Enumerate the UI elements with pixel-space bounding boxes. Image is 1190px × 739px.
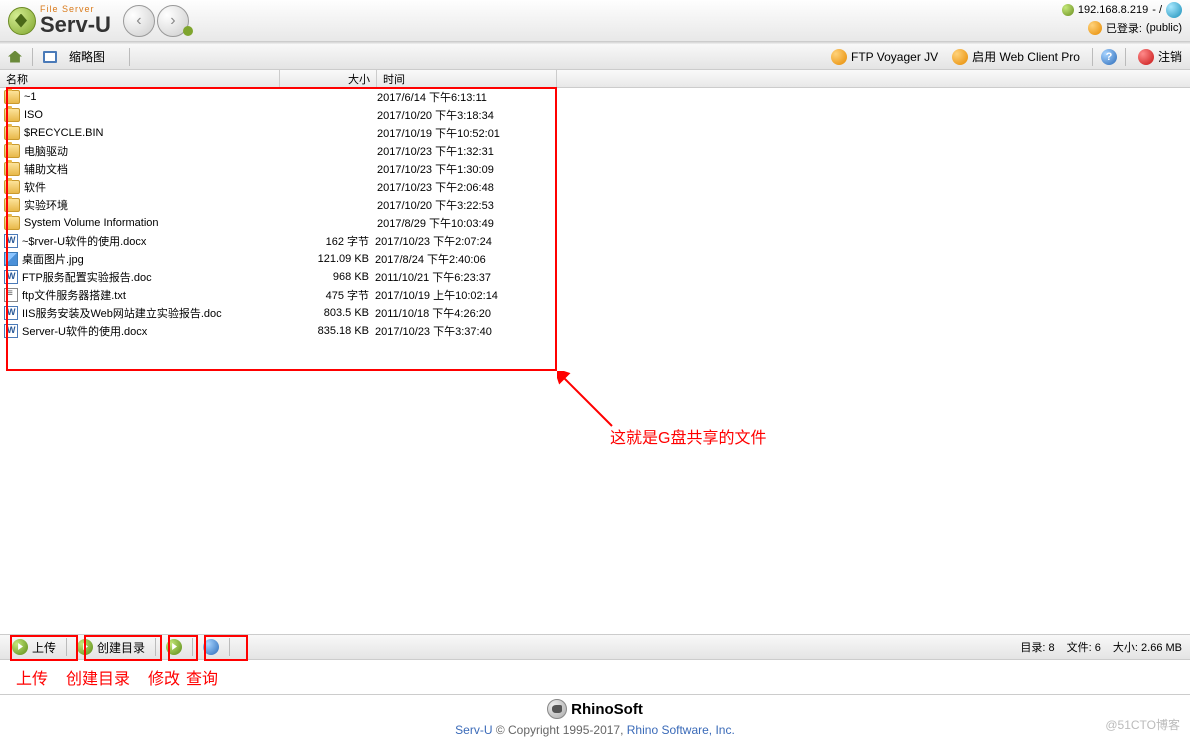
label-create: 创建目录 xyxy=(66,665,130,689)
web-client-icon xyxy=(952,49,968,65)
rhino-logo: RhinoSoft xyxy=(0,699,1190,719)
annotation-box-upload xyxy=(10,635,78,661)
footer: RhinoSoft Serv-U © Copyright 1995-2017, … xyxy=(0,695,1190,739)
rhino-brand-text: RhinoSoft xyxy=(571,701,643,718)
watermark: @51CTO博客 xyxy=(1105,716,1180,733)
column-headers: 名称 大小 时间 xyxy=(0,70,1190,88)
annotation-box-files xyxy=(6,87,557,371)
annotation-box-create xyxy=(84,635,162,661)
nav-forward-button[interactable]: › xyxy=(157,5,189,37)
label-modify: 修改 xyxy=(148,665,180,689)
status-bar: 目录: 8 文件: 6 大小: 2.66 MB xyxy=(1020,639,1182,655)
thumbnail-button[interactable] xyxy=(39,47,61,67)
login-label: 已登录: xyxy=(1106,20,1142,36)
home-icon xyxy=(8,51,22,63)
col-size-header[interactable]: 大小 xyxy=(280,70,377,87)
login-user: (public) xyxy=(1146,22,1182,34)
logo-big-text: Serv-U xyxy=(40,14,111,36)
col-name-header[interactable]: 名称 xyxy=(0,70,280,87)
status-files-label: 文件: xyxy=(1067,642,1092,654)
user-icon xyxy=(1088,21,1102,35)
thumbnail-label: 缩略图 xyxy=(69,48,105,65)
status-size-value: 2.66 MB xyxy=(1141,642,1182,654)
servu-logo-icon xyxy=(8,7,36,35)
help-button[interactable]: ? xyxy=(1101,49,1117,65)
ftp-voyager-label: FTP Voyager JV xyxy=(851,50,938,64)
status-dirs-label: 目录: xyxy=(1020,642,1045,654)
rhino-link[interactable]: Rhino Software, Inc. xyxy=(627,723,735,737)
top-header: File Server Serv-U ‹ › 192.168.8.219 - /… xyxy=(0,0,1190,42)
server-ip: 192.168.8.219 xyxy=(1078,4,1148,16)
annotation-arrow xyxy=(557,371,617,431)
annotation-box-search xyxy=(204,635,248,661)
status-files-value: 6 xyxy=(1095,642,1101,654)
voyager-icon xyxy=(831,49,847,65)
toolbar: 缩略图 FTP Voyager JV 启用 Web Client Pro ? 注… xyxy=(0,44,1190,70)
logout-label: 注销 xyxy=(1158,48,1182,65)
servu-link[interactable]: Serv-U xyxy=(455,723,492,737)
web-client-button[interactable]: 启用 Web Client Pro xyxy=(948,46,1084,67)
thumbnail-icon xyxy=(43,51,57,63)
status-dirs-value: 8 xyxy=(1049,642,1055,654)
logout-button[interactable]: 注销 xyxy=(1134,46,1186,67)
copyright-text: © Copyright 1995-2017, xyxy=(493,723,627,737)
status-size-label: 大小: xyxy=(1113,642,1138,654)
globe-icon[interactable] xyxy=(1166,2,1182,18)
col-time-header[interactable]: 时间 xyxy=(377,70,557,87)
logout-icon xyxy=(1138,49,1154,65)
connection-status-icon xyxy=(1062,4,1074,16)
label-upload: 上传 xyxy=(16,665,48,689)
home-button[interactable] xyxy=(4,47,26,67)
server-ip-suffix: - / xyxy=(1152,4,1162,16)
logo-area: File Server Serv-U xyxy=(8,5,111,36)
rhino-icon xyxy=(547,699,567,719)
bottom-annotation-labels: 上传 创建目录 修改 查询 xyxy=(16,665,218,689)
label-query: 查询 xyxy=(186,665,218,689)
nav-back-button[interactable]: ‹ xyxy=(123,5,155,37)
annotation-text: 这就是G盘共享的文件 xyxy=(610,424,766,448)
annotation-box-modify xyxy=(168,635,198,661)
web-client-label: 启用 Web Client Pro xyxy=(972,48,1080,65)
ftp-voyager-button[interactable]: FTP Voyager JV xyxy=(827,47,942,67)
